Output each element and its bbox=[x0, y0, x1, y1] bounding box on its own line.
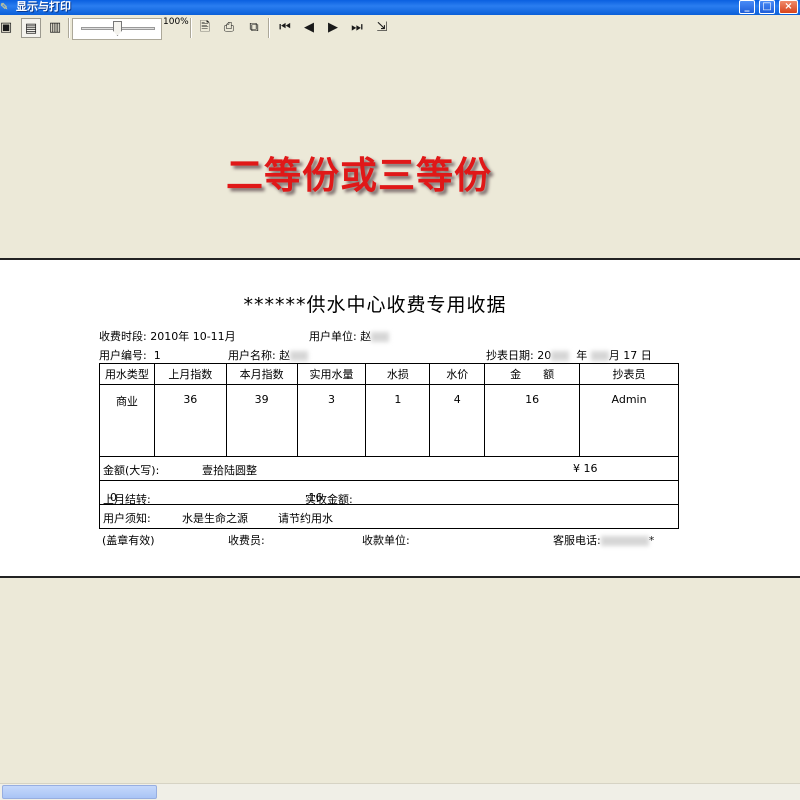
table-header: 实用水量 bbox=[296, 363, 367, 385]
user-unit: 用户单位: 赵 bbox=[309, 328, 390, 344]
toolbar-separator bbox=[190, 18, 192, 38]
balance-row: 上月结转: 0 实收金额: 16 bbox=[99, 481, 679, 506]
receipt-page: ******供水中心收费专用收据 收费时段: 2010年 10-11月 用户单位… bbox=[0, 258, 800, 578]
table-header: 金 额 bbox=[484, 363, 581, 385]
first-page-icon[interactable]: ⏮ bbox=[275, 18, 295, 38]
table-cell: 1 bbox=[365, 384, 431, 457]
receipt-title: ******供水中心收费专用收据 bbox=[243, 294, 507, 316]
maximize-button[interactable]: □ bbox=[759, 0, 775, 14]
single-page-icon[interactable]: ▣ bbox=[0, 18, 16, 38]
footer-stamp: (盖章有效) bbox=[102, 534, 155, 547]
print-copies-icon[interactable]: ⧉ bbox=[244, 18, 264, 38]
table-header: 水损 bbox=[365, 363, 431, 385]
next-page-icon[interactable]: ▶ bbox=[323, 18, 343, 38]
table-header: 抄表员 bbox=[579, 363, 679, 385]
table-cell: 39 bbox=[225, 384, 298, 457]
horizontal-scrollbar[interactable] bbox=[0, 783, 800, 800]
received-amount: 实收金额: 16 bbox=[305, 491, 353, 506]
table-cell: 商业 bbox=[99, 384, 155, 457]
notice-row: 用户须知: 水是生命之源 请节约用水 bbox=[99, 505, 679, 529]
toolbar-separator bbox=[68, 18, 70, 38]
fit-page-icon[interactable]: ▤ bbox=[21, 18, 41, 38]
user-name: 用户名称: 赵 bbox=[228, 347, 309, 363]
table-cell: 16 bbox=[484, 384, 581, 457]
table-row: 商业 36 39 3 1 4 16 Admin bbox=[99, 384, 679, 457]
last-page-icon[interactable]: ⏭ bbox=[347, 18, 367, 38]
amount-value: ¥ 16 bbox=[573, 462, 598, 475]
reading-date: 抄表日期: 20 年 月 17 日 bbox=[486, 349, 652, 362]
print-setup-icon[interactable]: 🖹 bbox=[195, 18, 215, 38]
title-bar: ✎ 显示与打印 _ □ × bbox=[0, 0, 800, 15]
notice-text-1: 水是生命之源 bbox=[182, 512, 248, 525]
amount-upper-label: 金额(大写): bbox=[103, 464, 160, 477]
user-number: 用户编号: 1 bbox=[99, 349, 161, 362]
notice-text-2: 请节约用水 bbox=[278, 512, 333, 525]
scrollbar-thumb[interactable] bbox=[2, 785, 157, 799]
zoom-slider[interactable] bbox=[72, 18, 162, 40]
close-button[interactable]: × bbox=[779, 0, 798, 14]
table-cell: Admin bbox=[579, 384, 679, 457]
page-width-icon[interactable]: ▥ bbox=[45, 18, 65, 38]
charge-period: 收费时段: 2010年 10-11月 bbox=[99, 330, 236, 343]
footer-payee-unit: 收款单位: bbox=[362, 534, 410, 547]
footer-cashier: 收费员: bbox=[228, 534, 265, 547]
annotation-text: 二等份或三等份 bbox=[226, 153, 492, 197]
notice-label: 用户须知: bbox=[103, 512, 151, 525]
zoom-slider-thumb[interactable] bbox=[113, 21, 122, 36]
footer-phone: 客服电话: * bbox=[553, 534, 655, 547]
table-header: 本月指数 bbox=[225, 363, 298, 385]
amount-row: 金额(大写): 壹拾陆圆整 ¥ 16 bbox=[99, 457, 679, 481]
app-icon: ✎ bbox=[0, 2, 9, 13]
receipt-table: 用水类型 上月指数 本月指数 实用水量 水损 水价 金 额 抄表员 商业 36 … bbox=[99, 363, 679, 457]
minimize-button[interactable]: _ bbox=[739, 0, 755, 14]
amount-upper-value: 壹拾陆圆整 bbox=[202, 464, 257, 477]
export-icon[interactable]: ⇲ bbox=[372, 18, 392, 38]
window-title: 显示与打印 bbox=[16, 0, 71, 13]
table-cell: 4 bbox=[429, 384, 486, 457]
previous-page-icon[interactable]: ◀ bbox=[299, 18, 319, 38]
table-header-row: 用水类型 上月指数 本月指数 实用水量 水损 水价 金 额 抄表员 bbox=[99, 363, 679, 385]
table-cell: 3 bbox=[296, 384, 367, 457]
table-cell: 36 bbox=[153, 384, 227, 457]
toolbar-separator bbox=[268, 18, 270, 38]
table-header: 用水类型 bbox=[99, 363, 155, 385]
printer-icon[interactable]: ⎙ bbox=[219, 18, 239, 38]
last-balance: 上月结转: 0 bbox=[103, 491, 151, 506]
table-header: 水价 bbox=[429, 363, 486, 385]
zoom-level: 100% bbox=[163, 17, 189, 27]
table-header: 上月指数 bbox=[153, 363, 227, 385]
